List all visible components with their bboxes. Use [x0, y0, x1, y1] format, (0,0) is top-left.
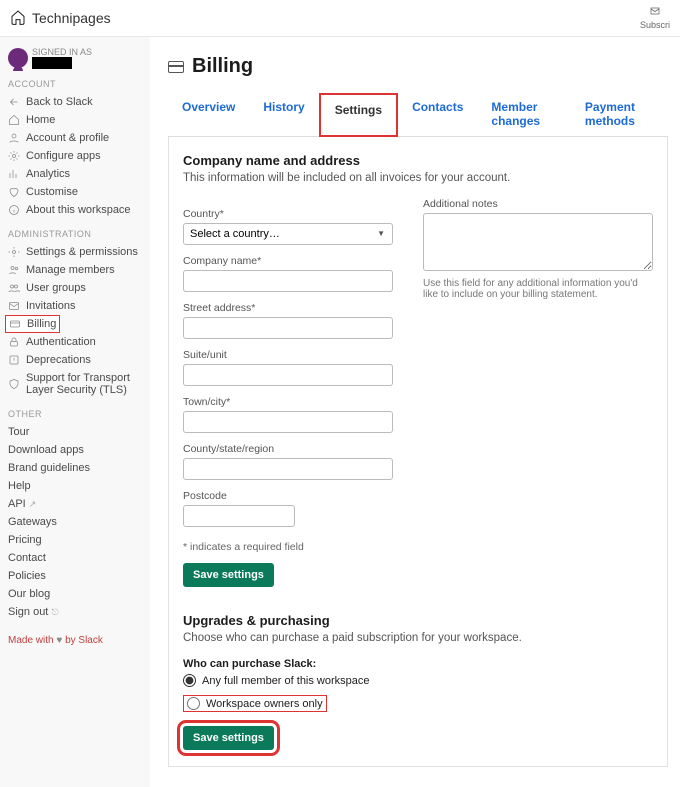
sidebar-account-profile[interactable]: Account & profile — [8, 129, 150, 147]
sidebar-home[interactable]: Home — [8, 111, 150, 129]
home-icon[interactable] — [10, 9, 26, 28]
sidebar-deprecations[interactable]: Deprecations — [8, 351, 150, 369]
signed-in-block: SIGNED IN AS — [8, 47, 150, 69]
street-label: Street address* — [183, 302, 403, 314]
signout-icon: ⎋ — [51, 607, 58, 617]
info-icon — [8, 204, 20, 216]
card-icon — [168, 61, 184, 73]
who-label: Who can purchase Slack: — [183, 658, 653, 670]
sidebar-tour[interactable]: Tour — [8, 423, 150, 441]
user-icon — [8, 132, 20, 144]
tab-payment-methods[interactable]: Payment methods — [571, 92, 668, 136]
avatar-icon — [8, 48, 28, 68]
tab-member-changes[interactable]: Member changes — [477, 92, 571, 136]
notes-textarea[interactable] — [423, 213, 653, 271]
upgrades-heading: Upgrades & purchasing — [183, 613, 653, 628]
main-content: Billing Overview History Settings Contac… — [150, 37, 680, 787]
county-label: County/state/region — [183, 443, 403, 455]
analytics-icon — [8, 168, 20, 180]
sidebar-api[interactable]: API ↗ — [8, 495, 150, 513]
sidebar-brand-guidelines[interactable]: Brand guidelines — [8, 459, 150, 477]
sidebar-authentication[interactable]: Authentication — [8, 333, 150, 351]
town-input[interactable] — [183, 411, 393, 433]
heart-icon — [8, 186, 20, 198]
sidebar-tls-support[interactable]: Support for Transport Layer Security (TL… — [8, 369, 150, 399]
external-link-icon: ↗ — [29, 499, 37, 509]
sidebar-sign-out[interactable]: Sign out ⎋ — [8, 603, 150, 621]
upgrades-sub: Choose who can purchase a paid subscript… — [183, 632, 653, 644]
sidebar-download-apps[interactable]: Download apps — [8, 441, 150, 459]
company-input[interactable] — [183, 270, 393, 292]
notes-label: Additional notes — [423, 198, 653, 210]
required-note: * indicates a required field — [183, 541, 403, 553]
county-input[interactable] — [183, 458, 393, 480]
town-label: Town/city* — [183, 396, 403, 408]
sidebar-policies[interactable]: Policies — [8, 567, 150, 585]
post-input[interactable] — [183, 505, 295, 527]
sidebar-invitations[interactable]: Invitations — [8, 297, 150, 315]
street-input[interactable] — [183, 317, 393, 339]
sidebar-contact[interactable]: Contact — [8, 549, 150, 567]
sidebar-back-to-slack[interactable]: Back to Slack — [8, 93, 150, 111]
settings-panel: Company name and address This informatio… — [168, 137, 668, 767]
tab-overview[interactable]: Overview — [168, 92, 249, 136]
radio-any-member-input[interactable] — [183, 674, 196, 687]
company-label: Company name* — [183, 255, 403, 267]
sidebar-customise[interactable]: Customise — [8, 183, 150, 201]
sidebar-help[interactable]: Help — [8, 477, 150, 495]
home-icon — [8, 114, 20, 126]
signed-in-label: SIGNED IN AS — [32, 47, 92, 57]
heart-icon: ♥ — [56, 635, 62, 646]
country-label: Country* — [183, 208, 403, 220]
gear-icon — [8, 246, 20, 258]
arrow-left-icon — [8, 96, 20, 108]
radio-owners-only[interactable]: Workspace owners only — [183, 695, 327, 712]
sidebar: SIGNED IN AS ACCOUNT Back to Slack Home … — [0, 37, 150, 787]
sidebar-billing[interactable]: Billing — [5, 315, 60, 333]
warning-icon — [8, 354, 20, 366]
gear-icon — [8, 150, 20, 162]
users-icon — [8, 264, 20, 276]
company-section-heading: Company name and address — [183, 153, 653, 168]
shield-icon — [8, 378, 20, 390]
topbar: Technipages Subscri — [0, 0, 680, 37]
card-icon — [9, 318, 21, 330]
radio-any-member[interactable]: Any full member of this workspace — [183, 674, 653, 687]
sidebar-pricing[interactable]: Pricing — [8, 531, 150, 549]
mail-icon — [8, 300, 20, 312]
username-redacted — [32, 57, 72, 69]
suite-input[interactable] — [183, 364, 393, 386]
tab-settings[interactable]: Settings — [319, 93, 398, 137]
sidebar-user-groups[interactable]: User groups — [8, 279, 150, 297]
made-with-love: Made with ♥ by Slack — [8, 635, 150, 646]
brand-name: Technipages — [32, 10, 111, 26]
sidebar-analytics[interactable]: Analytics — [8, 165, 150, 183]
administration-heading: ADMINISTRATION — [8, 229, 150, 239]
post-label: Postcode — [183, 490, 403, 502]
sidebar-settings-permissions[interactable]: Settings & permissions — [8, 243, 150, 261]
sidebar-manage-members[interactable]: Manage members — [8, 261, 150, 279]
tab-history[interactable]: History — [249, 92, 318, 136]
sidebar-about-workspace[interactable]: About this workspace — [8, 201, 150, 219]
subscribe-link[interactable]: Subscri — [640, 6, 670, 30]
notes-hint: Use this field for any additional inform… — [423, 278, 653, 300]
lock-icon — [8, 336, 20, 348]
group-icon — [8, 282, 20, 294]
tabs: Overview History Settings Contacts Membe… — [168, 92, 668, 137]
account-heading: ACCOUNT — [8, 79, 150, 89]
tab-contacts[interactable]: Contacts — [398, 92, 477, 136]
suite-label: Suite/unit — [183, 349, 403, 361]
save-settings-button[interactable]: Save settings — [183, 563, 274, 587]
sidebar-our-blog[interactable]: Our blog — [8, 585, 150, 603]
page-title: Billing — [192, 55, 253, 78]
sidebar-configure-apps[interactable]: Configure apps — [8, 147, 150, 165]
country-select[interactable]: Select a country… — [183, 223, 393, 245]
other-heading: OTHER — [8, 409, 150, 419]
radio-owners-only-input[interactable] — [187, 697, 200, 710]
company-section-sub: This information will be included on all… — [183, 172, 653, 184]
sidebar-gateways[interactable]: Gateways — [8, 513, 150, 531]
save-upgrades-button[interactable]: Save settings — [183, 726, 274, 750]
